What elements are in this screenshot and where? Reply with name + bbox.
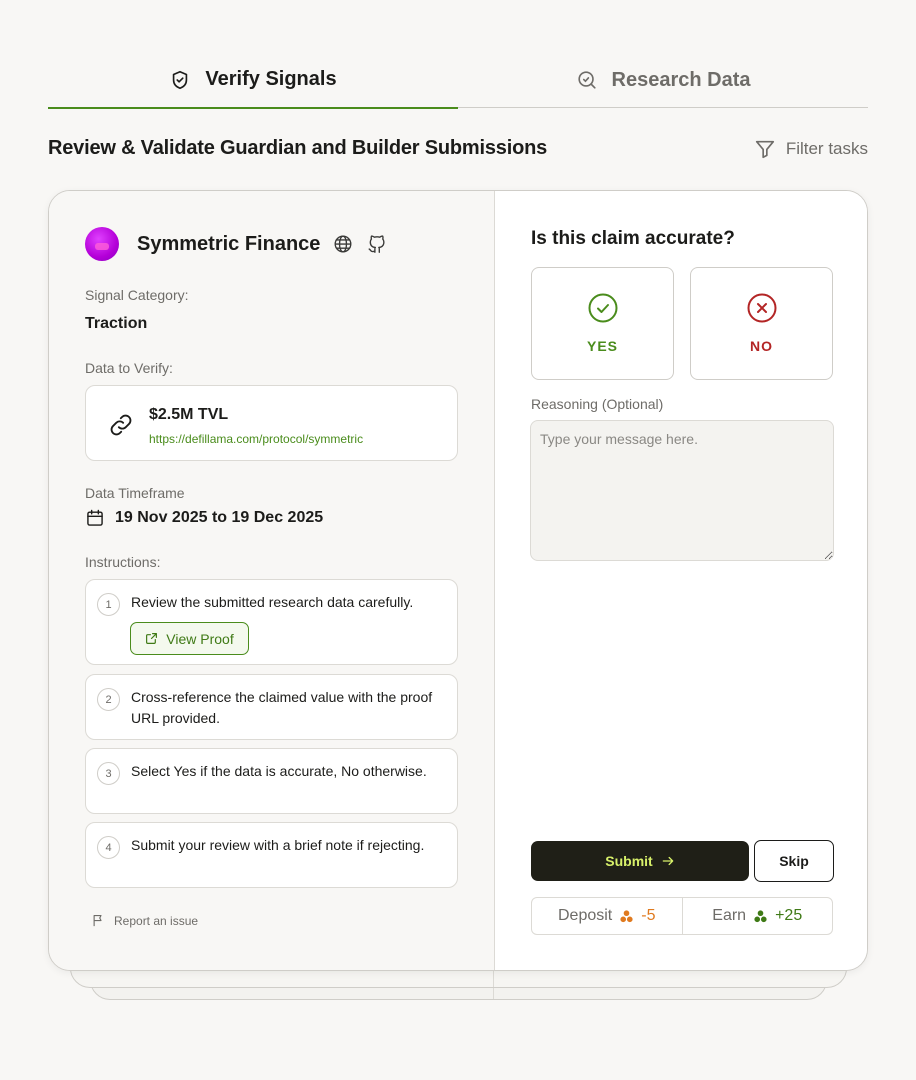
github-icon[interactable] xyxy=(366,233,388,255)
tab-research-data[interactable]: Research Data xyxy=(458,52,868,108)
earn-label: Earn xyxy=(712,907,747,924)
instruction-step: 2 Cross-reference the claimed value with… xyxy=(85,674,458,740)
task-details-panel: Symmetric Finance Signal Category: Tract… xyxy=(49,191,495,970)
instruction-step: 4 Submit your review with a brief note i… xyxy=(85,822,458,888)
timeframe-row: 19 Nov 2025 to 19 Dec 2025 xyxy=(85,508,323,528)
link-icon xyxy=(108,412,134,438)
step-number: 2 xyxy=(97,688,120,711)
page-title: Review & Validate Guardian and Builder S… xyxy=(48,137,548,159)
timeframe-label: Data Timeframe xyxy=(85,485,185,501)
signal-category-label: Signal Category: xyxy=(85,287,189,303)
external-link-icon xyxy=(145,632,158,645)
data-to-verify-label: Data to Verify: xyxy=(85,360,173,376)
filter-tasks-button[interactable]: Filter tasks xyxy=(754,138,868,160)
instruction-step: 1 Review the submitted research data car… xyxy=(85,579,458,665)
instructions-label: Instructions: xyxy=(85,554,161,570)
skip-button[interactable]: Skip xyxy=(754,840,834,882)
yes-label: YES xyxy=(586,338,618,354)
step-text: Select Yes if the data is accurate, No o… xyxy=(131,763,427,779)
project-logo xyxy=(85,227,119,261)
earn-value: +25 xyxy=(775,907,803,924)
filter-icon xyxy=(754,138,776,160)
step-number: 1 xyxy=(97,593,120,616)
reasoning-label: Reasoning (Optional) xyxy=(531,396,664,412)
deposit-label: Deposit xyxy=(558,907,613,924)
step-number: 4 xyxy=(97,836,120,859)
step-text: Cross-reference the claimed value with t… xyxy=(131,689,433,726)
step-text: Submit your review with a brief note if … xyxy=(131,837,425,853)
deposit-value: -5 xyxy=(641,907,656,924)
tab-label: Verify Signals xyxy=(205,68,337,90)
submit-label: Submit xyxy=(605,853,653,869)
flag-icon xyxy=(91,913,106,928)
report-issue-link[interactable]: Report an issue xyxy=(91,913,198,928)
review-question: Is this claim accurate? xyxy=(531,228,735,249)
data-value: $2.5M TVL xyxy=(149,406,229,423)
view-proof-button[interactable]: View Proof xyxy=(130,622,249,655)
data-to-verify-box: $2.5M TVL https://defillama.com/protocol… xyxy=(85,385,458,461)
signal-category-value: Traction xyxy=(85,315,148,332)
tab-verify-signals[interactable]: Verify Signals xyxy=(48,52,458,109)
submit-button[interactable]: Submit xyxy=(531,841,749,881)
reasoning-textarea[interactable] xyxy=(530,420,834,561)
calendar-icon xyxy=(85,508,105,528)
tab-label: Research Data xyxy=(611,68,751,91)
arrow-right-icon xyxy=(661,854,675,868)
tab-bar: Verify Signals Research Data xyxy=(48,52,868,109)
earn-stat: Earn +25 xyxy=(681,898,833,934)
no-option-button[interactable]: NO xyxy=(690,267,833,380)
step-number: 3 xyxy=(97,762,120,785)
search-icon xyxy=(576,69,598,91)
yes-option-button[interactable]: YES xyxy=(531,267,674,380)
report-issue-label: Report an issue xyxy=(114,913,199,928)
task-card: Symmetric Finance Signal Category: Tract… xyxy=(48,190,868,971)
timeframe-value: 19 Nov 2025 to 19 Dec 2025 xyxy=(115,509,324,526)
no-label: NO xyxy=(750,338,773,354)
project-header: Symmetric Finance xyxy=(85,227,388,261)
filter-label: Filter tasks xyxy=(785,139,868,158)
review-panel: Is this claim accurate? YES NO Reasoning… xyxy=(495,191,867,970)
data-url-link[interactable]: https://defillama.com/protocol/symmetric xyxy=(149,432,363,446)
deposit-stat: Deposit -5 xyxy=(532,898,682,934)
reward-summary: Deposit -5 Earn +25 xyxy=(531,897,833,935)
shield-check-icon xyxy=(169,69,191,91)
globe-icon[interactable] xyxy=(332,233,354,255)
instruction-step: 3 Select Yes if the data is accurate, No… xyxy=(85,748,458,814)
token-icon xyxy=(753,909,768,924)
step-text: Review the submitted research data caref… xyxy=(131,594,414,610)
view-proof-label: View Proof xyxy=(166,630,234,647)
token-icon xyxy=(619,909,634,924)
project-name: Symmetric Finance xyxy=(137,232,321,255)
